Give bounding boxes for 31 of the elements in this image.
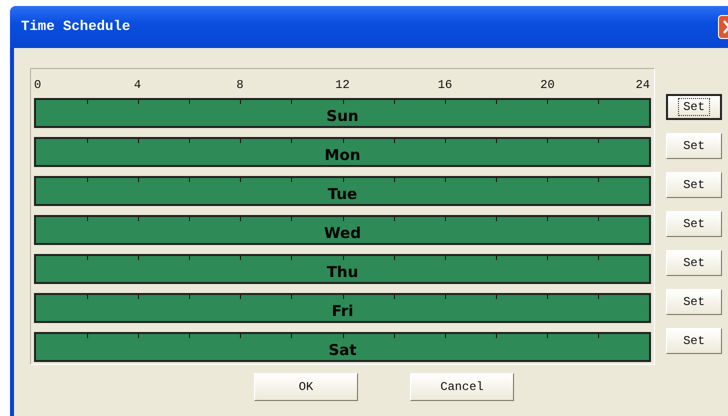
ok-button[interactable]: OK [254,373,358,401]
set-button[interactable]: Set [666,172,722,198]
hour-label: 12 [335,78,350,92]
day-label: Tue [328,185,358,203]
set-button[interactable]: Set [666,250,722,276]
hour-label: 0 [34,78,42,92]
day-label: Sun [326,107,359,125]
day-label: Sat [328,341,357,359]
schedule-bar[interactable]: Thu [34,254,651,284]
set-button[interactable]: Set [666,94,722,120]
schedule-bar[interactable]: Sat [34,332,651,362]
hour-label: 16 [438,78,452,92]
cancel-button[interactable]: Cancel [410,373,514,401]
hour-label: 24 [636,78,650,92]
day-label: Fri [332,302,354,320]
set-button[interactable]: Set [666,328,722,354]
hour-label: 4 [134,78,142,92]
set-button[interactable]: Set [666,211,722,237]
hour-label: 20 [540,78,555,92]
schedule-bar[interactable]: Sun [34,98,651,128]
schedule-bar[interactable]: Wed [34,215,651,245]
window-title: Time Schedule [21,19,130,35]
set-button[interactable]: Set [666,289,722,315]
schedule-bar[interactable]: Mon [34,137,651,167]
schedule-bar[interactable]: Fri [34,293,651,323]
day-label: Wed [324,224,361,242]
hour-label: 8 [236,78,244,92]
schedule-bar[interactable]: Tue [34,176,651,206]
set-button[interactable]: Set [666,133,722,159]
day-label: Thu [326,263,358,281]
day-label: Mon [324,146,360,164]
